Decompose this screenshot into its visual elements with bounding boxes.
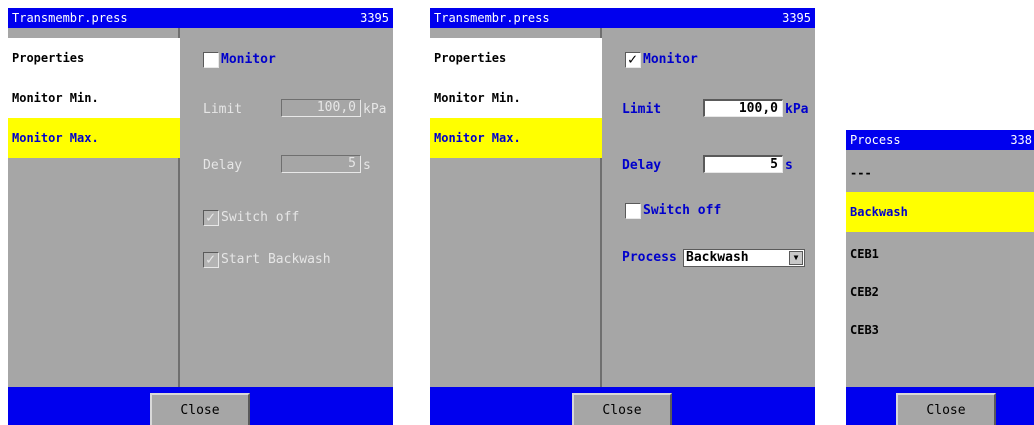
- start-backwash-checkbox[interactable]: ✓: [203, 250, 219, 268]
- sidebar-item-monitor-max[interactable]: Monitor Max.: [8, 118, 180, 158]
- sidebar-item-monitor-max[interactable]: Monitor Max.: [430, 118, 602, 158]
- title-bar: Process 338: [846, 130, 1034, 150]
- limit-unit: kPa: [785, 102, 809, 117]
- process-picker-dialog: Process 338 --- Backwash CEB1 CEB2 CEB3 …: [846, 130, 1034, 425]
- footer-bar: Close: [8, 387, 393, 425]
- sidebar: Properties Monitor Min. Monitor Max.: [8, 28, 180, 388]
- monitor-label: Monitor: [221, 52, 276, 67]
- delay-field[interactable]: 5: [703, 155, 783, 173]
- list-item[interactable]: CEB1: [846, 234, 1034, 274]
- close-button[interactable]: Close: [572, 393, 672, 425]
- footer-bar: Close: [430, 387, 815, 425]
- monitor-label: Monitor: [643, 52, 698, 67]
- check-icon: ✓: [206, 208, 216, 226]
- list-item[interactable]: ---: [846, 153, 1034, 193]
- sidebar-item-properties[interactable]: Properties: [430, 38, 602, 78]
- title-bar: Transmembr.press 3395: [430, 8, 815, 28]
- dialog-title: Transmembr.press: [12, 11, 128, 25]
- delay-field[interactable]: 5: [281, 155, 361, 173]
- limit-field[interactable]: 100,0: [281, 99, 361, 117]
- switch-off-checkbox[interactable]: ✓: [203, 208, 219, 226]
- dialog-title: Transmembr.press: [434, 11, 550, 25]
- check-icon: ✓: [206, 250, 216, 268]
- close-button[interactable]: Close: [150, 393, 250, 425]
- switch-off-checkbox[interactable]: [625, 203, 641, 219]
- limit-label: Limit: [203, 102, 243, 117]
- limit-label: Limit: [622, 102, 662, 117]
- check-icon: ✓: [628, 50, 638, 68]
- process-select-value: Backwash: [686, 250, 749, 265]
- delay-unit: s: [363, 158, 371, 173]
- start-backwash-label: Start Backwash: [221, 252, 331, 267]
- process-label: Process: [622, 250, 677, 265]
- list-item[interactable]: Backwash: [846, 192, 1034, 232]
- close-button[interactable]: Close: [896, 393, 996, 425]
- monitor-checkbox[interactable]: [203, 52, 219, 68]
- title-bar: Transmembr.press 3395: [8, 8, 393, 28]
- dialog-number: 3395: [360, 11, 389, 25]
- delay-label: Delay: [622, 158, 662, 173]
- dialog-title: Process: [850, 133, 901, 147]
- sidebar-item-monitor-min[interactable]: Monitor Min.: [8, 78, 180, 118]
- dialog-number: 3395: [782, 11, 811, 25]
- list-item[interactable]: CEB3: [846, 310, 1034, 350]
- switch-off-label: Switch off: [221, 210, 300, 225]
- delay-label: Delay: [203, 158, 243, 173]
- chevron-down-icon[interactable]: ▼: [789, 251, 803, 265]
- dialog-monitor-disabled: Transmembr.press 3395 Properties Monitor…: [8, 8, 393, 425]
- list-item[interactable]: CEB2: [846, 272, 1034, 312]
- monitor-checkbox[interactable]: ✓: [625, 50, 641, 68]
- footer-bar: Close: [846, 387, 1034, 425]
- sidebar-item-properties[interactable]: Properties: [8, 38, 180, 78]
- switch-off-label: Switch off: [643, 203, 722, 218]
- sidebar-item-monitor-min[interactable]: Monitor Min.: [430, 78, 602, 118]
- limit-unit: kPa: [363, 102, 387, 117]
- delay-unit: s: [785, 158, 793, 173]
- process-select[interactable]: Backwash ▼: [683, 249, 805, 267]
- dialog-number: 338: [1010, 133, 1032, 147]
- dialog-monitor-enabled: Transmembr.press 3395 Properties Monitor…: [430, 8, 815, 425]
- limit-field[interactable]: 100,0: [703, 99, 783, 117]
- sidebar: Properties Monitor Min. Monitor Max.: [430, 28, 602, 388]
